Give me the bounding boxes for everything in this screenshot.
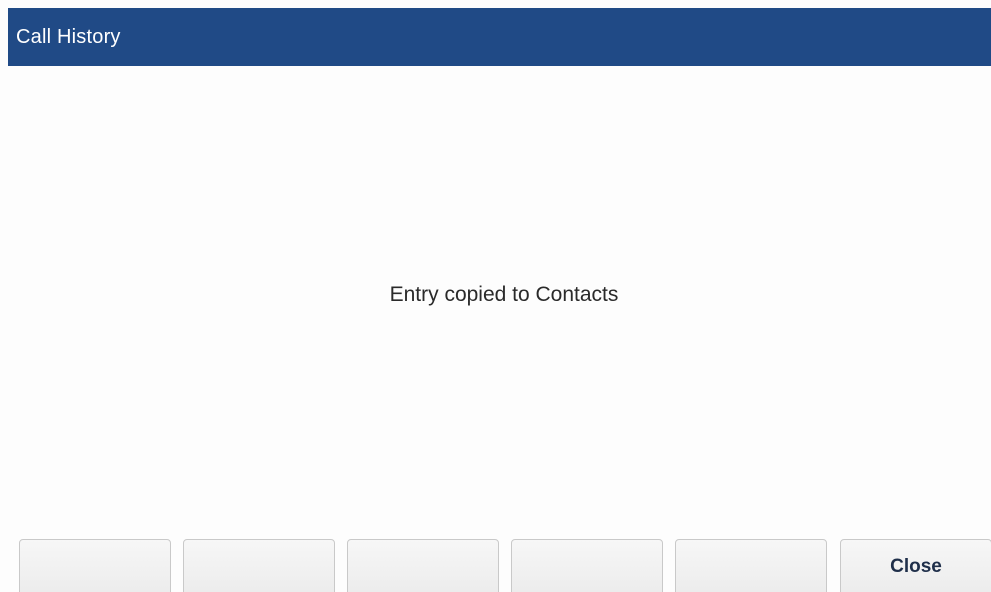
softkey-1[interactable] — [19, 539, 171, 592]
softkey-4[interactable] — [511, 539, 663, 592]
softkey-2[interactable] — [183, 539, 335, 592]
close-button[interactable]: Close — [840, 539, 991, 592]
softkey-3[interactable] — [347, 539, 499, 592]
softkey-bar: Close — [19, 539, 991, 592]
screen-title: Call History — [16, 25, 121, 48]
softkey-5[interactable] — [675, 539, 827, 592]
status-message: Entry copied to Contacts — [389, 283, 619, 306]
phone-screen: Call History Entry copied to Contacts Cl… — [0, 0, 991, 592]
title-bar: Call History — [8, 8, 991, 66]
